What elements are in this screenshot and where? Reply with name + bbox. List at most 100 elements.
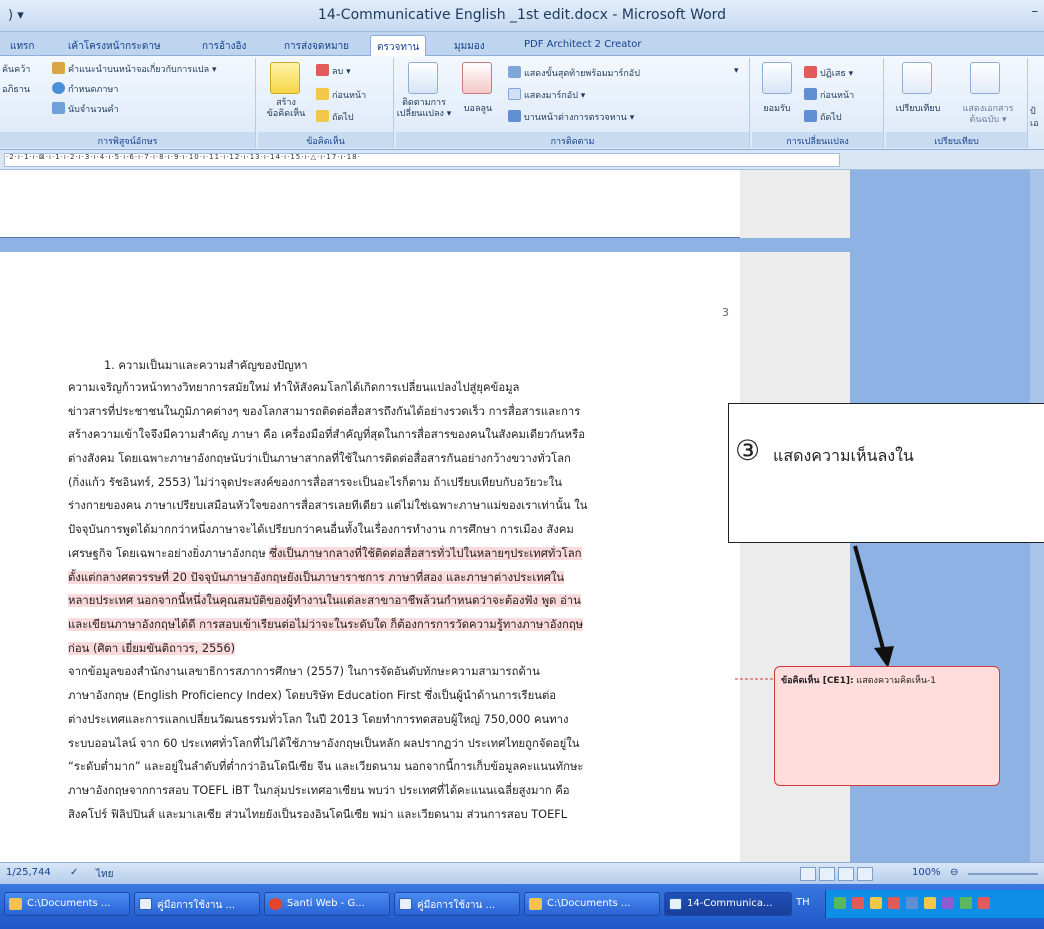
- new-comment-icon[interactable]: [270, 62, 300, 94]
- taskbar-item[interactable]: C:\Documents ...: [524, 892, 660, 916]
- input-language[interactable]: TH: [796, 897, 810, 908]
- thesaurus-button[interactable]: อภิธาน: [2, 82, 30, 96]
- chevron-down-icon: ▾: [734, 66, 739, 76]
- taskbar-item[interactable]: คู่มือการใช้งาน ...: [134, 892, 260, 916]
- delete-comment-icon: [316, 64, 329, 76]
- set-language-button[interactable]: กำหนดภาษา: [52, 82, 118, 96]
- compare-icon[interactable]: [902, 62, 932, 94]
- word-count-icon: [52, 102, 65, 114]
- doc-line: สร้างความเข้าใจจึงมีความสำคัญ ภาษา คือ เ…: [68, 428, 585, 441]
- doc-line: (กิ่งแก้ว รัชอินทร์, 2553) ไม่ว่าจุดประส…: [68, 476, 562, 489]
- next-change-button[interactable]: ถัดไป: [804, 110, 842, 124]
- taskbar: C:\Documents ... คู่มือการใช้งาน ... San…: [0, 884, 1044, 929]
- commented-text[interactable]: ซึ่งเป็นภาษากลางที่ใช้ติดต่อสื่อสารทั่วไ…: [269, 547, 582, 560]
- language-status[interactable]: ไทย: [96, 867, 113, 882]
- title-bar: ) ▾ 14-Communicative English _1st edit.d…: [0, 0, 1044, 32]
- balloons-icon[interactable]: [462, 62, 492, 94]
- taskbar-item[interactable]: C:\Documents ...: [4, 892, 130, 916]
- callout-text: แสดงความเห็นลงใน: [773, 446, 914, 465]
- translation-tip-button[interactable]: คำแนะนำบนหน้าจอเกี่ยวกับการแปล ▾: [52, 62, 217, 76]
- proofing-status-icon[interactable]: ✓: [70, 867, 78, 878]
- minimize-button[interactable]: –: [1032, 4, 1039, 19]
- track-changes-icon[interactable]: [408, 62, 438, 94]
- comment-balloon[interactable]: ข้อคิดเห็น [CE1]: แสดงความคิดเห็น-1: [774, 666, 1000, 786]
- word-doc-icon: [139, 898, 152, 910]
- tray-icon[interactable]: [924, 897, 936, 909]
- folder-icon: [9, 898, 22, 910]
- display-review-icon: [508, 66, 521, 78]
- balloons-button[interactable]: บอลลูน: [456, 104, 500, 115]
- tab-review[interactable]: ตรวจทาน: [370, 35, 427, 56]
- word-count-button[interactable]: นับจำนวนคำ: [52, 102, 119, 116]
- tab-references[interactable]: การอ้างอิง: [196, 35, 252, 56]
- tray-icon[interactable]: [834, 897, 846, 909]
- previous-comment-button[interactable]: ก่อนหน้า: [316, 88, 366, 102]
- tray-icon[interactable]: [888, 897, 900, 909]
- zoom-slider[interactable]: [968, 873, 1038, 875]
- tab-pdf-architect[interactable]: PDF Architect 2 Creator: [518, 35, 648, 56]
- taskbar-item[interactable]: Santi Web - G...: [264, 892, 390, 916]
- compare-button[interactable]: เปรียบเทียบ: [888, 104, 948, 115]
- tray-icon[interactable]: [960, 897, 972, 909]
- doc-line: ระบบออนไลน์ จาก 60 ประเทศทั่วโลกที่ไม่ได…: [68, 737, 580, 750]
- comment-text[interactable]: ข้อคิดเห็น [CE1]: แสดงความคิดเห็น-1: [781, 673, 936, 687]
- delete-comment-button[interactable]: ลบ ▾: [316, 64, 351, 78]
- research-button[interactable]: ค้นคว้า: [2, 62, 30, 76]
- zoom-level[interactable]: 100%: [912, 867, 941, 878]
- word-doc-icon: [399, 898, 412, 910]
- accept-button[interactable]: ยอมรับ: [756, 104, 798, 115]
- tab-mailings[interactable]: การส่งจดหมาย: [278, 35, 355, 56]
- outline-view-icon[interactable]: [857, 867, 873, 881]
- taskbar-item-active[interactable]: 14-Communica...: [664, 892, 792, 916]
- group-proofing: ค้นคว้า คำแนะนำบนหน้าจอเกี่ยวกับการแปล ▾…: [0, 58, 256, 148]
- system-tray: TH: [796, 890, 1044, 918]
- tray-icon[interactable]: [942, 897, 954, 909]
- tray-icon[interactable]: [852, 897, 864, 909]
- commented-text[interactable]: ก่อน (ศิตา เยี่ยมขันติถาวร, 2556): [68, 642, 236, 655]
- display-for-review-select[interactable]: แสดงขั้นสุดท้ายพร้อมมาร์กอัป ▾: [508, 66, 739, 80]
- doc-line: ภาษาอังกฤษ (English Proficiency Index) โ…: [68, 689, 557, 702]
- previous-change-button[interactable]: ก่อนหน้า: [804, 88, 854, 102]
- view-buttons: [800, 866, 900, 882]
- ribbon-overflow[interactable]: ป้ เอ: [1030, 106, 1044, 130]
- next-comment-button[interactable]: ถัดไป: [316, 110, 354, 124]
- track-changes-button[interactable]: ติดตามการ เปลี่ยนแปลง ▾: [396, 98, 452, 120]
- group-changes: ยอมรับ ปฏิเสธ ▾ ก่อนหน้า ถัดไป การเปลี่ย…: [752, 58, 884, 148]
- group-label-compare: เปรียบเทียบ: [886, 132, 1027, 148]
- show-source-icon[interactable]: [970, 62, 1000, 94]
- tray-icon[interactable]: [906, 897, 918, 909]
- show-markup-button[interactable]: แสดงมาร์กอัป ▾: [508, 88, 585, 102]
- web-layout-view-icon[interactable]: [838, 867, 854, 881]
- commented-text[interactable]: หลายประเทศ นอกจากนี้หนึ่งในคุณสมบัติของผ…: [68, 594, 581, 607]
- tab-page-layout[interactable]: เค้าโครงหน้ากระดาษ: [62, 35, 167, 56]
- reviewing-pane-button[interactable]: บานหน้าต่างการตรวจทาน ▾: [508, 110, 634, 124]
- print-layout-view-icon[interactable]: [800, 867, 816, 881]
- doc-line: ปัจจุบันการพูดได้มากกว่าหนึ่งภาษาจะได้เป…: [68, 523, 574, 536]
- previous-change-icon: [804, 88, 817, 100]
- taskbar-item[interactable]: คู่มือการใช้งาน ...: [394, 892, 520, 916]
- window-title: 14-Communicative English _1st edit.docx …: [317, 7, 727, 23]
- commented-text[interactable]: และเขียนภาษาอังกฤษได้ดี การสอบเข้าเรียนต…: [68, 618, 584, 631]
- word-count-status[interactable]: 1/25,744: [6, 867, 51, 878]
- group-compare: เปรียบเทียบ แสดงเอกสาร ต้นฉบับ ▾ เปรียบเท…: [886, 58, 1028, 148]
- zoom-out-icon[interactable]: ⊖: [950, 867, 958, 878]
- new-comment-button[interactable]: สร้าง ข้อคิดเห็น: [258, 98, 314, 120]
- markup-margin-top: [740, 170, 850, 238]
- reject-button[interactable]: ปฏิเสธ ▾: [804, 66, 853, 80]
- full-screen-view-icon[interactable]: [819, 867, 835, 881]
- tab-view[interactable]: มุมมอง: [448, 35, 491, 56]
- tray-icon[interactable]: [870, 897, 882, 909]
- doc-line: ต่างประเทศและการแลกเปลี่ยนวัฒนธรรมทั่วโล…: [68, 713, 569, 726]
- next-comment-icon: [316, 110, 329, 122]
- doc-line: ภาษาอังกฤษจากการสอบ TOEFL iBT ในกลุ่มประ…: [68, 784, 570, 797]
- commented-text[interactable]: ตั้งแต่กลางศตวรรษที่ 20 ปัจจุบันภาษาอังก…: [68, 571, 565, 584]
- doc-heading: 1. ความเป็นมาและความสำคัญของปัญหา: [104, 359, 308, 372]
- tab-insert[interactable]: แทรก: [4, 35, 40, 56]
- show-markup-icon: [508, 88, 521, 100]
- accept-icon[interactable]: [762, 62, 792, 94]
- tray-icon[interactable]: [978, 897, 990, 909]
- show-source-button[interactable]: แสดงเอกสาร ต้นฉบับ ▾: [956, 104, 1020, 126]
- globe-icon: [52, 82, 65, 94]
- horizontal-ruler[interactable]: ·2·ı·1·ı·⊠·ı·1·ı·2·ı·3·ı·4·ı·5·ı·6·ı·7·ı…: [0, 150, 1044, 170]
- group-label-proofing: การพิสูจน์อักษร: [0, 132, 255, 148]
